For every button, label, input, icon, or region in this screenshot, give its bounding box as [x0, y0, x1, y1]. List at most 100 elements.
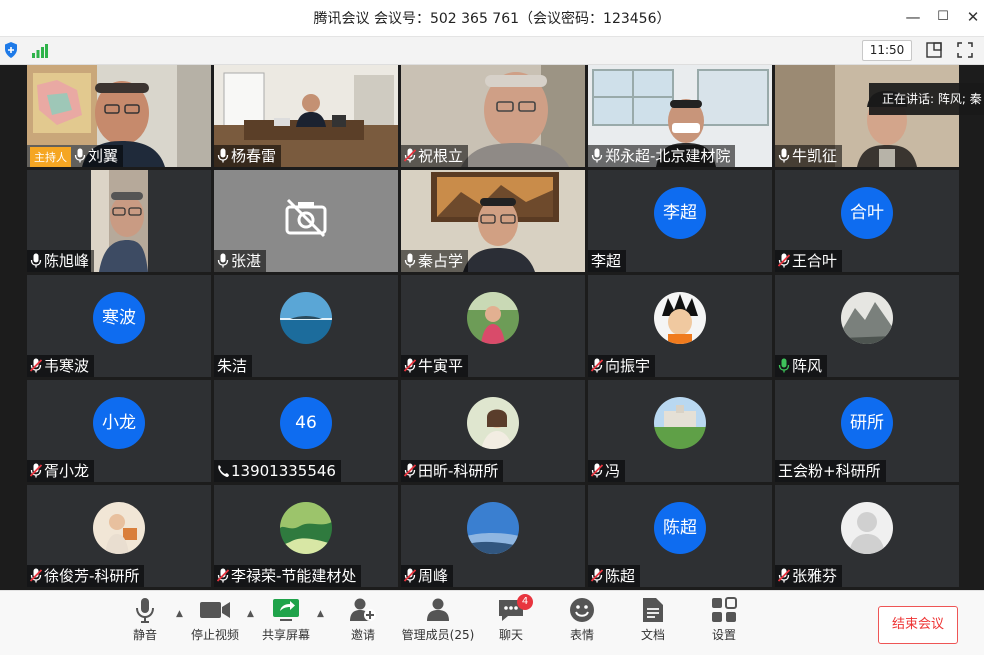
participant-name-label: 李禄荣-节能建材处	[214, 565, 362, 587]
info-bar: 11:50	[0, 37, 984, 65]
participant-avatar-photo	[467, 397, 519, 449]
participant-tile[interactable]: 周峰	[401, 485, 585, 587]
participant-name-label: 王合叶	[775, 250, 843, 272]
participant-tile[interactable]: 阵风	[775, 275, 959, 377]
mic-muted-icon	[30, 462, 44, 480]
participant-name-label: 李超	[588, 250, 627, 272]
participant-avatar-photo	[841, 502, 893, 554]
participant-name-label: 冯	[588, 460, 626, 482]
participant-name: 刘翼	[88, 147, 119, 165]
phone-icon	[217, 462, 231, 480]
video-grid: 主持人 刘翼 杨春雷 祝根立 郑永超-北京建材院 牛凯征 陈旭峰 张湛 秦占学 李超 李超 合叶 王合叶…	[0, 65, 984, 590]
participant-name: 徐俊芳-科研所	[44, 567, 140, 585]
mute-button[interactable]: 静音	[105, 597, 185, 643]
participant-tile[interactable]: 祝根立	[401, 65, 585, 167]
participant-tile[interactable]: 冯	[588, 380, 772, 482]
fullscreen-icon[interactable]	[957, 42, 973, 62]
host-badge: 主持人	[30, 147, 71, 167]
microphone-icon	[404, 252, 418, 270]
mic-muted-icon	[30, 567, 44, 585]
mic-muted-icon	[591, 357, 605, 375]
maximize-button[interactable]: ☐	[929, 4, 957, 30]
participant-tile[interactable]: 牛凯征	[775, 65, 959, 167]
participant-avatar: 李超	[654, 187, 706, 239]
participant-tile[interactable]: 朱洁	[214, 275, 398, 377]
chat-unread-badge: 4	[517, 594, 533, 610]
participant-tile[interactable]: 寒波韦寒波	[27, 275, 211, 377]
participant-name: 张雅芬	[792, 567, 838, 585]
reactions-button[interactable]: 表情	[542, 597, 622, 643]
participant-avatar-photo	[654, 292, 706, 344]
participant-name-label: 韦寒波	[27, 355, 95, 377]
share-screen-button[interactable]: 共享屏幕	[246, 597, 326, 643]
participant-name: 杨春雷	[231, 147, 277, 165]
participant-name-label: 王会粉+科研所	[775, 460, 886, 482]
participant-avatar-photo	[280, 502, 332, 554]
security-shield-icon[interactable]	[4, 42, 18, 62]
documents-button[interactable]: 文档	[613, 597, 693, 643]
manage-members-button[interactable]: 管理成员(25)	[396, 597, 480, 643]
mic-muted-icon	[778, 567, 792, 585]
share-screen-icon	[273, 599, 299, 621]
grid-settings-icon	[712, 597, 737, 622]
participant-tile[interactable]: 李禄荣-节能建材处	[214, 485, 398, 587]
participant-tile[interactable]: 研所 王会粉+科研所	[775, 380, 959, 482]
participant-name-label: 朱洁	[214, 355, 253, 377]
settings-button[interactable]: 设置	[684, 597, 764, 643]
participant-avatar: 寒波	[93, 292, 145, 344]
participant-name-label: 牛寅平	[401, 355, 469, 377]
chat-button[interactable]: 4 聊天	[471, 594, 551, 643]
participant-tile[interactable]: 秦占学	[401, 170, 585, 272]
participant-tile[interactable]: 小龙 胥小龙	[27, 380, 211, 482]
participant-name-label: 秦占学	[401, 250, 469, 272]
participant-tile[interactable]: 向振宇	[588, 275, 772, 377]
microphone-icon	[591, 147, 605, 165]
participant-tile[interactable]: 主持人 刘翼	[27, 65, 211, 167]
participant-avatar: 陈超	[654, 502, 706, 554]
participant-avatar: 合叶	[841, 187, 893, 239]
participant-tile[interactable]: 徐俊芳-科研所	[27, 485, 211, 587]
participant-name-label: 田昕-科研所	[401, 460, 504, 482]
participant-name: 牛凯征	[792, 147, 838, 165]
participant-tile[interactable]: 陈超 陈超	[588, 485, 772, 587]
end-meeting-button[interactable]: 结束会议	[878, 606, 958, 644]
participant-tile[interactable]: 郑永超-北京建材院	[588, 65, 772, 167]
stop-video-button[interactable]: 停止视频	[175, 597, 255, 643]
mic-muted-icon	[404, 567, 418, 585]
speaking-indicator: 正在讲话: 阵风; 秦	[869, 83, 984, 115]
document-icon	[643, 598, 663, 622]
layout-toggle-icon[interactable]	[926, 42, 942, 62]
participant-tile[interactable]: 田昕-科研所	[401, 380, 585, 482]
participant-name-label: 张湛	[214, 250, 267, 272]
participant-name-label: 陈旭峰	[27, 250, 95, 272]
participant-tile[interactable]: 46 13901335546	[214, 380, 398, 482]
invite-button[interactable]: 邀请	[323, 597, 403, 643]
participant-name: 13901335546	[231, 462, 336, 480]
minimize-button[interactable]: —	[899, 4, 927, 30]
participant-name-label: 胥小龙	[27, 460, 95, 482]
participant-name: 冯	[605, 462, 621, 480]
microphone-icon	[74, 147, 88, 165]
participant-tile[interactable]: 张雅芬	[775, 485, 959, 587]
participant-name-label: 周峰	[401, 565, 454, 587]
participant-tile[interactable]: 陈旭峰	[27, 170, 211, 272]
participant-tile[interactable]: 牛寅平	[401, 275, 585, 377]
mic-muted-icon	[217, 567, 231, 585]
signal-strength-icon[interactable]	[32, 43, 48, 62]
participant-tile[interactable]: 李超 李超	[588, 170, 772, 272]
participant-name: 李超	[591, 252, 622, 270]
mic-muted-icon	[404, 357, 418, 375]
participant-name: 向振宇	[605, 357, 651, 375]
participant-tile[interactable]: 杨春雷	[214, 65, 398, 167]
microphone-icon	[217, 147, 231, 165]
participant-name: 王合叶	[792, 252, 838, 270]
participant-name: 田昕-科研所	[418, 462, 499, 480]
smile-icon	[570, 598, 594, 622]
participant-tile[interactable]: 合叶 王合叶	[775, 170, 959, 272]
close-button[interactable]: ✕	[959, 4, 984, 30]
participant-name: 陈旭峰	[44, 252, 90, 270]
participant-tile[interactable]: 张湛	[214, 170, 398, 272]
participant-name: 王会粉+科研所	[778, 462, 881, 480]
mic-muted-icon	[404, 462, 418, 480]
participant-name-label: 13901335546	[214, 460, 341, 482]
